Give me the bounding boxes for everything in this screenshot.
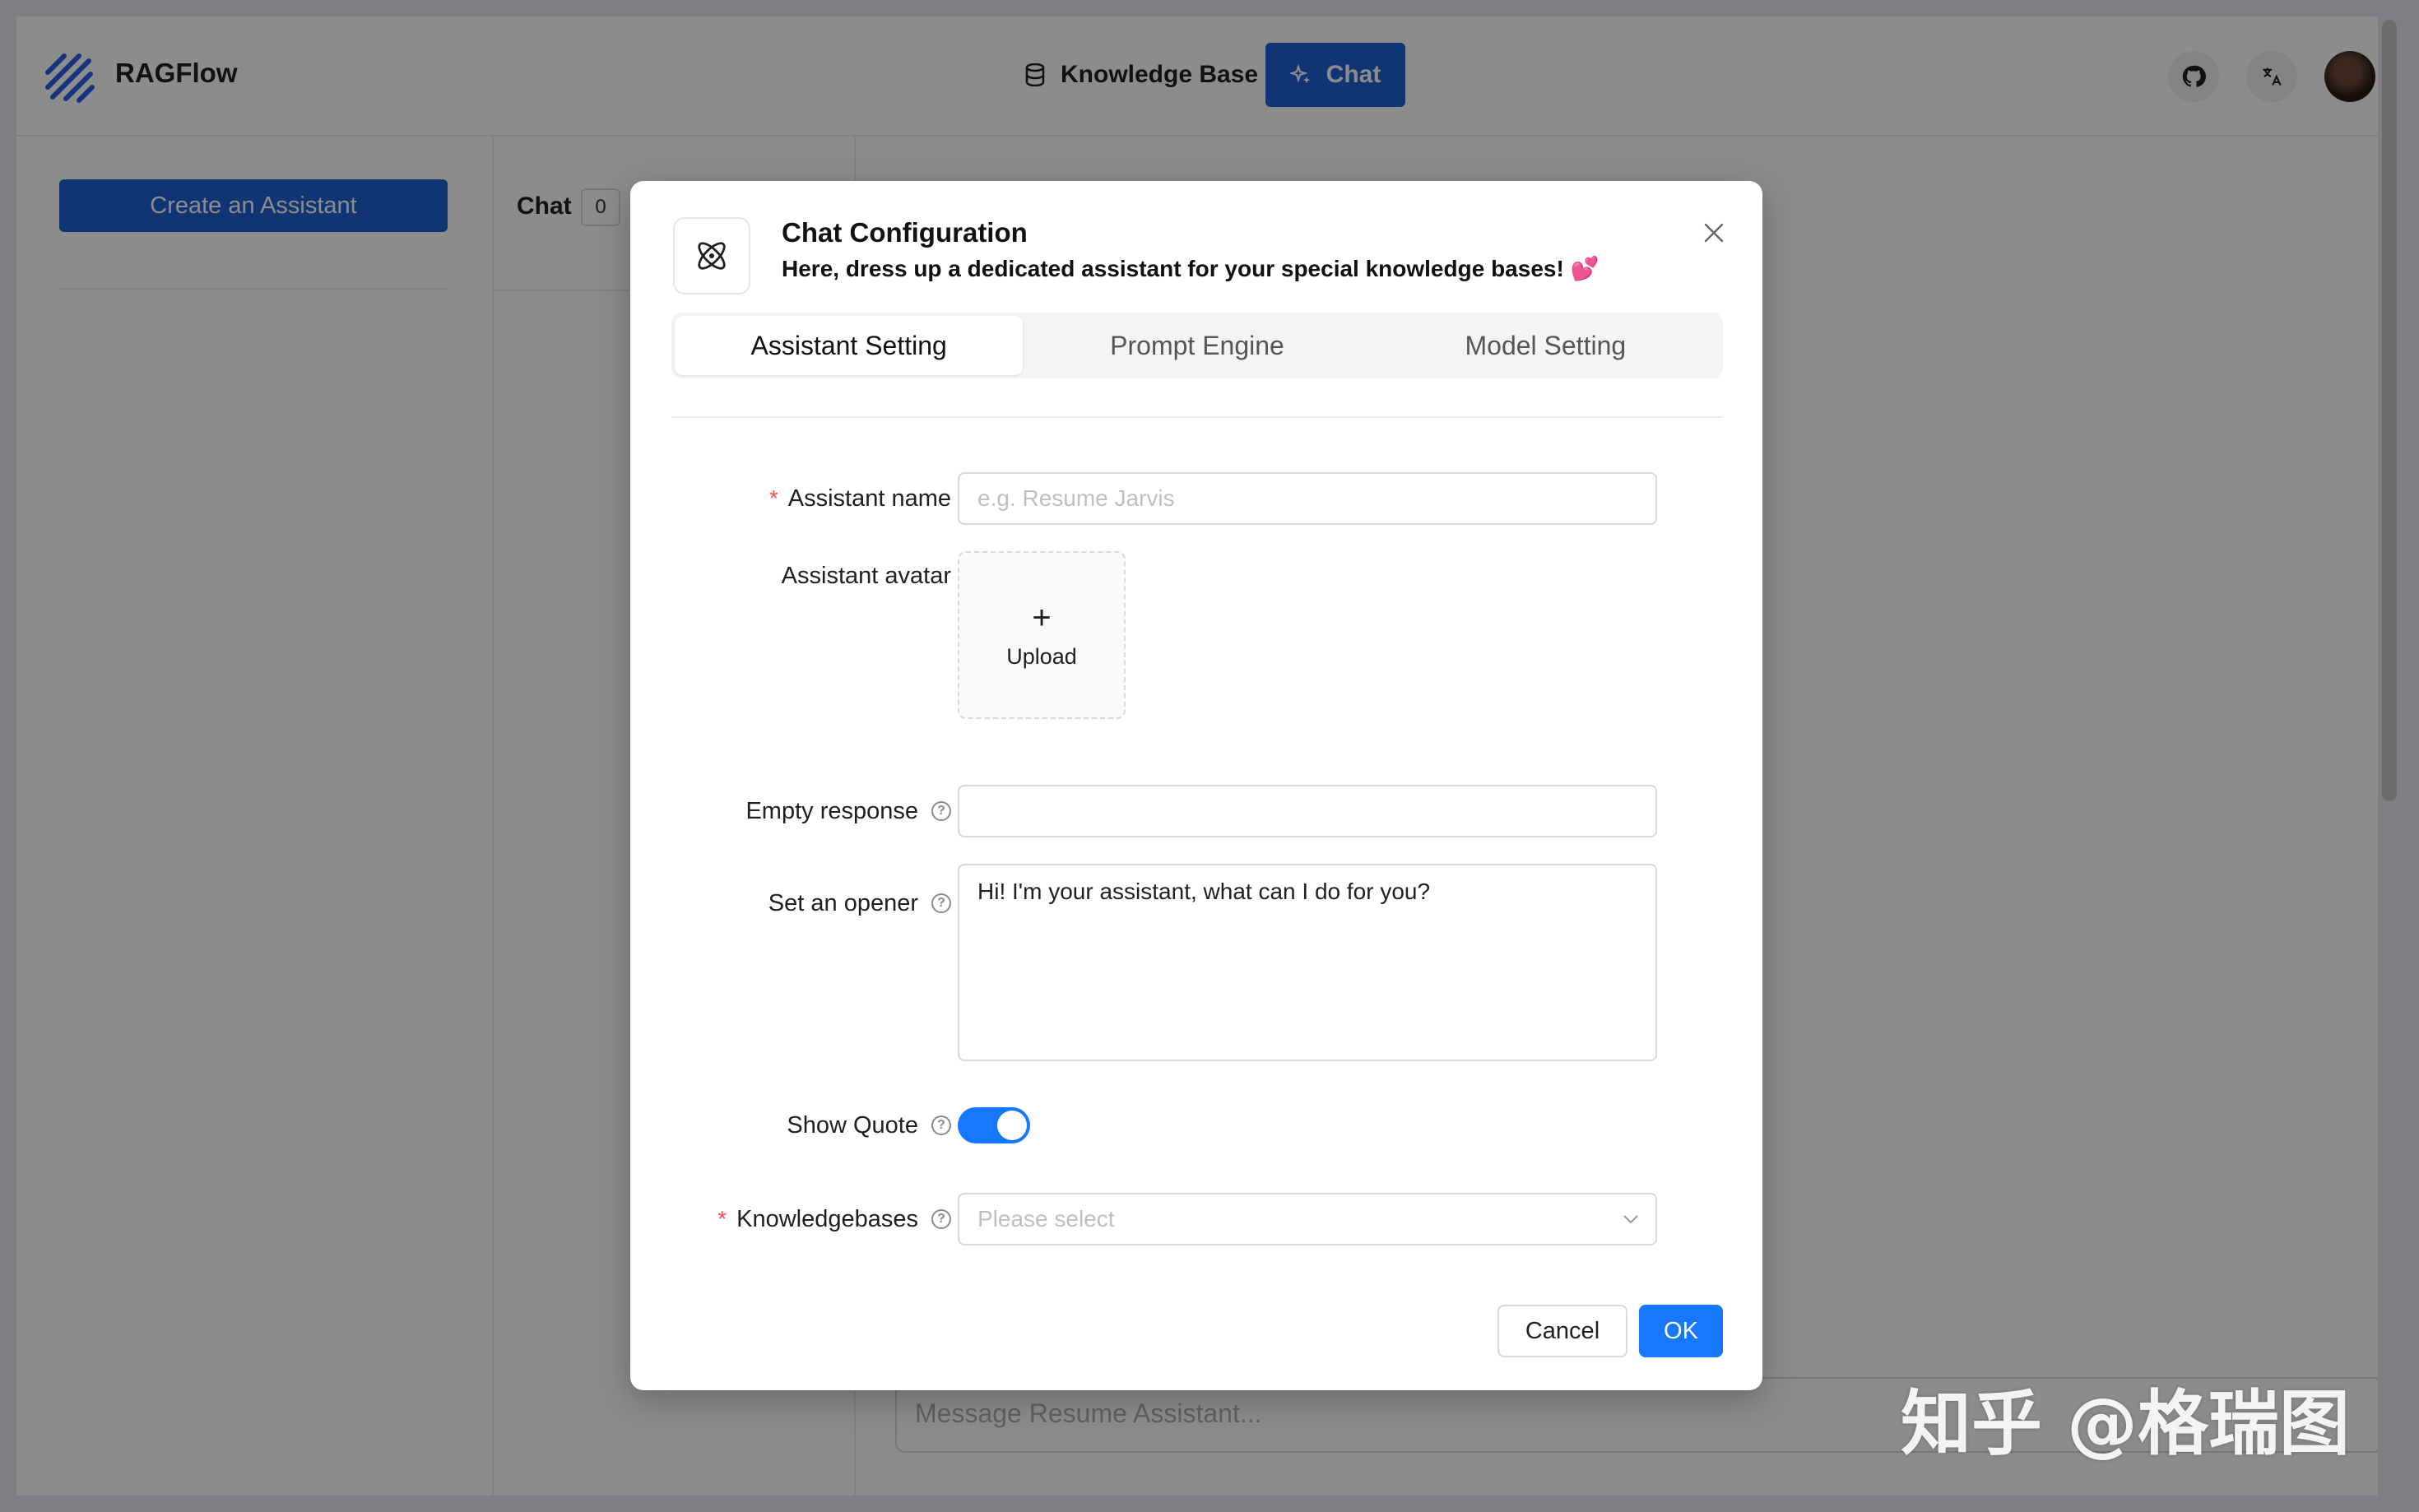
- toggle-knob: [997, 1111, 1027, 1140]
- show-quote-toggle[interactable]: [958, 1107, 1030, 1143]
- tabs-divider: [671, 416, 1723, 418]
- show-quote-label-text: Show Quote: [787, 1111, 918, 1139]
- assistant-name-input[interactable]: e.g. Resume Jarvis: [958, 472, 1657, 525]
- question-help-icon[interactable]: ?: [931, 1115, 951, 1135]
- opener-textarea[interactable]: Hi! I'm your assistant, what can I do fo…: [958, 864, 1657, 1061]
- tab-assistant-setting[interactable]: Assistant Setting: [675, 316, 1024, 375]
- plus-icon: +: [1032, 599, 1052, 636]
- tab-prompt-engine[interactable]: Prompt Engine: [1023, 316, 1371, 375]
- cancel-button[interactable]: Cancel: [1497, 1305, 1627, 1357]
- avatar-upload[interactable]: + Upload: [958, 551, 1126, 719]
- modal-header-icon-box: [673, 217, 750, 295]
- tab-model-setting[interactable]: Model Setting: [1372, 316, 1720, 375]
- assistant-name-label-text: Assistant name: [787, 485, 951, 512]
- knowledgebases-label-text: Knowledgebases: [736, 1205, 918, 1232]
- chat-configuration-modal: Chat Configuration Here, dress up a dedi…: [630, 181, 1762, 1390]
- modal-title: Chat Configuration: [782, 217, 1028, 248]
- atom-icon: [698, 242, 726, 270]
- knowledgebases-label: * Knowledgebases ?: [606, 1193, 951, 1245]
- ok-button[interactable]: OK: [1639, 1305, 1723, 1357]
- assistant-avatar-label-text: Assistant avatar: [781, 562, 951, 589]
- empty-response-label: Empty response ?: [606, 785, 951, 837]
- question-help-icon[interactable]: ?: [931, 801, 951, 821]
- question-help-icon[interactable]: ?: [931, 893, 951, 913]
- question-help-icon[interactable]: ?: [931, 1209, 951, 1229]
- modal-tabs: Assistant Setting Prompt Engine Model Se…: [671, 313, 1723, 378]
- opener-label-text: Set an opener: [768, 889, 918, 916]
- knowledgebases-select-placeholder: Please select: [977, 1206, 1115, 1231]
- assistant-name-label: * Assistant name: [606, 472, 951, 525]
- close-icon: [1704, 223, 1724, 243]
- assistant-avatar-label: Assistant avatar: [606, 559, 951, 592]
- required-star: *: [768, 485, 778, 511]
- required-star: *: [717, 1206, 727, 1231]
- modal-close-button[interactable]: [1693, 212, 1734, 253]
- empty-response-label-text: Empty response: [745, 797, 918, 824]
- watermark-text: 知乎 @格瑞图: [1901, 1383, 2350, 1465]
- show-quote-label: Show Quote ?: [606, 1099, 951, 1152]
- chevron-down-icon: [1623, 1215, 1638, 1224]
- modal-subtitle: Here, dress up a dedicated assistant for…: [782, 256, 1600, 281]
- knowledgebases-select[interactable]: Please select: [958, 1193, 1657, 1245]
- empty-response-input[interactable]: [958, 785, 1657, 837]
- opener-label: Set an opener ?: [606, 877, 951, 930]
- upload-label: Upload: [1006, 643, 1077, 669]
